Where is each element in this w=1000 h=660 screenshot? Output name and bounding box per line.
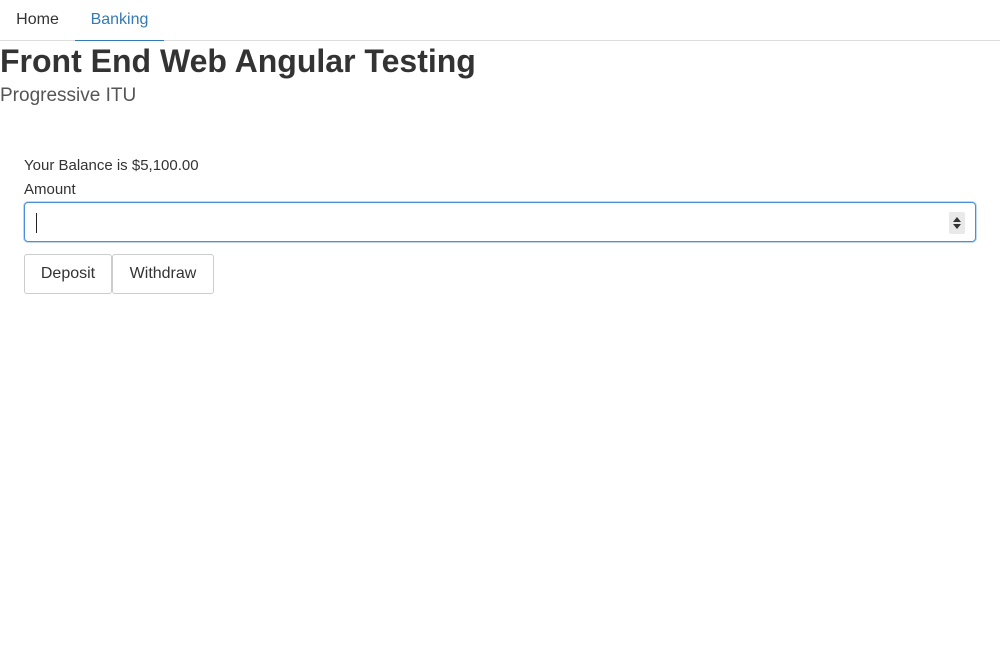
tab-home[interactable]: Home	[0, 0, 75, 40]
balance-text: Your Balance is $5,100.00	[24, 157, 199, 174]
top-nav: Home Banking	[0, 0, 1000, 41]
spin-up-icon[interactable]	[953, 217, 961, 222]
spin-down-icon[interactable]	[953, 224, 961, 229]
amount-label: Amount	[24, 181, 76, 198]
amount-input[interactable]	[24, 202, 976, 242]
tab-banking[interactable]: Banking	[75, 0, 164, 41]
page-subtitle: Progressive ITU	[0, 85, 137, 106]
page-title: Front End Web Angular Testing	[0, 43, 476, 79]
withdraw-button[interactable]: Withdraw	[112, 254, 214, 294]
deposit-button[interactable]: Deposit	[24, 254, 112, 294]
number-spinner[interactable]	[949, 212, 965, 234]
text-caret	[36, 213, 37, 233]
